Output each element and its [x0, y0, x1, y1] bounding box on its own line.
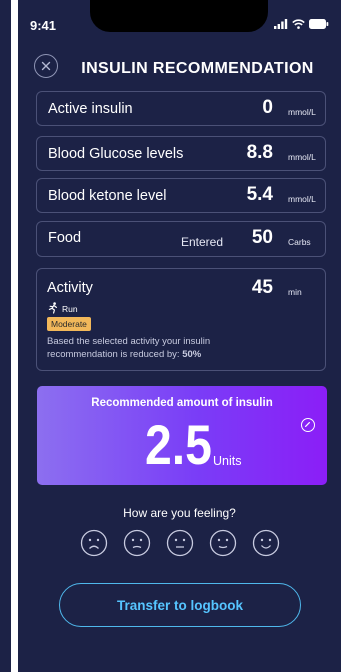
- transfer-button-label: Transfer to logbook: [116, 597, 243, 613]
- blood-ketone-card[interactable]: Blood ketone level 5.4 mmol/L: [36, 178, 326, 213]
- activity-value: 45: [251, 277, 273, 298]
- page-title: INSULIN RECOMMENDATION: [81, 60, 314, 77]
- sad-face-icon[interactable]: [123, 529, 151, 557]
- blood-ketone-label: Blood ketone level: [48, 188, 167, 204]
- active-insulin-card[interactable]: Active insulin 0 mmol/L: [36, 91, 326, 126]
- edit-icon[interactable]: [301, 418, 315, 432]
- activity-label: Activity: [47, 280, 93, 296]
- intensity-badge: Moderate: [47, 317, 91, 331]
- active-insulin-label: Active insulin: [48, 101, 133, 117]
- blood-ketone-value: 5.4: [246, 184, 273, 205]
- blood-glucose-value: 8.8: [246, 142, 273, 163]
- blood-ketone-unit: mmol/L: [288, 194, 316, 204]
- activity-unit: min: [288, 287, 302, 297]
- activity-note: Based the selected activity your insulin…: [47, 335, 267, 362]
- content-face-icon[interactable]: [209, 529, 237, 557]
- recommendation-card: Recommended amount of insulin 2.5 Units: [37, 386, 327, 485]
- reduction-value: 50%: [182, 349, 202, 361]
- blood-glucose-unit: mmol/L: [288, 152, 316, 162]
- happy-face-icon[interactable]: [252, 529, 280, 557]
- food-status: Entered: [181, 235, 224, 249]
- battery-icon: [309, 19, 329, 29]
- status-bar: 9:41: [18, 0, 341, 50]
- cellular-signal-icon: [274, 19, 288, 29]
- feeling-options: [80, 529, 280, 559]
- active-insulin-value: 0: [262, 97, 273, 118]
- phone-screen: 9:41 INSULIN RECOMMENDATION Active insul…: [18, 0, 341, 672]
- blood-glucose-label: Blood Glucose levels: [48, 146, 184, 162]
- food-unit: Carbs: [288, 237, 311, 247]
- activity-card[interactable]: Activity 45 min Run Moderate Based the s…: [36, 268, 326, 371]
- background-strip: [0, 0, 11, 672]
- blood-glucose-card[interactable]: Blood Glucose levels 8.8 mmol/L: [36, 136, 326, 171]
- recommendation-value: 2.5: [145, 413, 212, 476]
- transfer-to-logbook-button[interactable]: Transfer to logbook: [59, 583, 301, 627]
- recommendation-unit: Units: [213, 454, 242, 468]
- activity-type: Run: [62, 304, 78, 314]
- system-icons: [274, 19, 329, 29]
- wifi-icon: [292, 19, 305, 29]
- header: INSULIN RECOMMENDATION: [18, 54, 341, 84]
- feeling-prompt: How are you feeling?: [123, 506, 236, 520]
- status-time: 9:41: [30, 18, 57, 33]
- neutral-face-icon[interactable]: [166, 529, 194, 557]
- food-label: Food: [48, 230, 82, 246]
- food-value: 50: [251, 227, 273, 248]
- food-card[interactable]: Food Entered 50 Carbs: [36, 221, 326, 257]
- very-sad-face-icon[interactable]: [80, 529, 108, 557]
- recommendation-title: Recommended amount of insulin: [91, 397, 273, 409]
- running-icon: [48, 302, 57, 314]
- notch: [90, 0, 268, 32]
- active-insulin-unit: mmol/L: [288, 107, 316, 117]
